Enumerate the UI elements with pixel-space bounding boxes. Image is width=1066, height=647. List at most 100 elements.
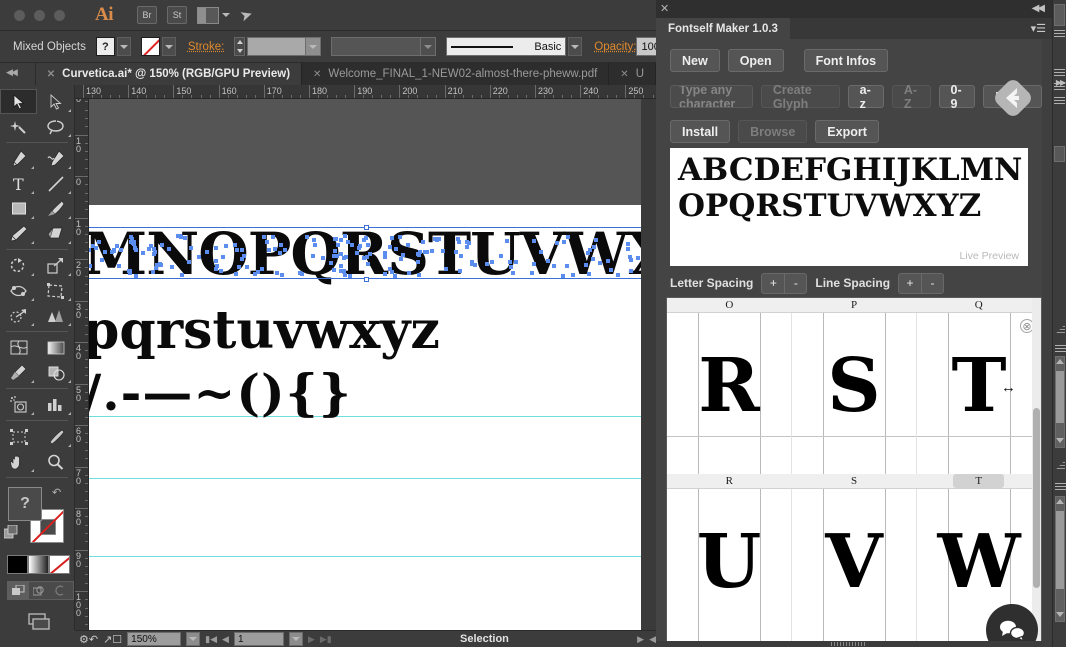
path-anchor-point[interactable] xyxy=(311,254,315,258)
bridge-icon[interactable]: Br xyxy=(137,6,157,24)
glyph-cell[interactable]: V xyxy=(792,489,917,647)
artboard-lowercase-row[interactable]: pqrstuvwxyz xyxy=(89,302,440,360)
window-traffic-lights[interactable] xyxy=(14,10,65,21)
path-anchor-point[interactable] xyxy=(134,274,138,278)
path-anchor-point[interactable] xyxy=(390,236,394,240)
path-anchor-point[interactable] xyxy=(233,243,237,247)
last-artboard-icon[interactable]: ▶▮ xyxy=(320,634,332,645)
stock-icon[interactable]: St xyxy=(167,6,187,24)
path-anchor-point[interactable] xyxy=(539,250,543,254)
path-anchor-point[interactable] xyxy=(334,237,338,241)
collapse-panel-icon[interactable]: ◀◀ xyxy=(1032,3,1043,14)
path-anchor-point[interactable] xyxy=(141,251,145,255)
path-anchor-point[interactable] xyxy=(283,248,287,252)
path-anchor-point[interactable] xyxy=(588,248,592,252)
stroke-weight-field[interactable] xyxy=(247,37,321,56)
zoom-chevron-down-icon[interactable] xyxy=(186,632,200,646)
path-anchor-point[interactable] xyxy=(158,262,162,266)
document-tab-curvetica[interactable]: ✕ Curvetica.ai* @ 150% (RGB/GPU Preview) xyxy=(36,63,302,85)
path-anchor-point[interactable] xyxy=(490,260,494,264)
path-anchor-point[interactable] xyxy=(219,269,223,273)
path-anchor-point[interactable] xyxy=(406,243,410,247)
horizontal-ruler[interactable]: 130 140 150 160 170 180 190 200 210 220 230 240 250 xyxy=(75,85,656,99)
scroll-up-icon[interactable] xyxy=(1056,499,1064,504)
panel-menu-icon[interactable]: ▾☰ xyxy=(1031,22,1046,35)
path-anchor-point[interactable] xyxy=(399,257,403,261)
path-anchor-point[interactable] xyxy=(205,250,209,254)
path-anchor-point[interactable] xyxy=(343,234,347,238)
path-anchor-point[interactable] xyxy=(339,269,343,273)
path-anchor-point[interactable] xyxy=(134,248,138,252)
draw-normal-icon[interactable] xyxy=(8,582,29,599)
path-anchor-point[interactable] xyxy=(398,235,402,239)
path-anchor-point[interactable] xyxy=(457,240,461,244)
open-font-button[interactable]: Open xyxy=(728,49,784,72)
path-anchor-point[interactable] xyxy=(407,271,411,275)
scale-tool[interactable] xyxy=(37,253,74,278)
path-anchor-point[interactable] xyxy=(454,250,458,254)
path-anchor-point[interactable] xyxy=(187,260,191,264)
live-preview-area[interactable]: ABCDEFGHIJKLMN OPQRSTUVWXYZ Live Preview xyxy=(670,148,1028,266)
path-anchor-point[interactable] xyxy=(183,236,187,240)
fontself-panel-tab[interactable]: Fontself Maker 1.0.3 xyxy=(656,18,790,39)
artboard-chevron-down-icon[interactable] xyxy=(289,632,303,646)
stroke-color-control[interactable] xyxy=(141,37,176,56)
character-input[interactable]: Type any character xyxy=(670,85,753,108)
path-anchor-point[interactable] xyxy=(394,247,398,251)
path-anchor-point[interactable] xyxy=(115,244,119,248)
gradient-tool[interactable] xyxy=(37,335,74,360)
brush-definition-control[interactable]: Basic xyxy=(446,37,582,56)
path-anchor-point[interactable] xyxy=(312,238,316,242)
path-anchor-point[interactable] xyxy=(362,238,366,242)
pen-tool[interactable] xyxy=(0,146,37,171)
line-spacing-decrease-button[interactable]: - xyxy=(921,274,943,293)
path-anchor-point[interactable] xyxy=(383,255,387,259)
glyph-column-header[interactable]: P xyxy=(792,298,917,312)
path-anchor-point[interactable] xyxy=(565,264,569,268)
zoom-level-field[interactable]: 150% xyxy=(127,632,181,646)
path-anchor-point[interactable] xyxy=(91,244,95,248)
path-anchor-point[interactable] xyxy=(339,264,343,268)
path-anchor-point[interactable] xyxy=(417,253,421,257)
stroke-none-swatch[interactable] xyxy=(141,37,160,56)
glyph-column-header[interactable]: O xyxy=(667,298,792,312)
path-anchor-point[interactable] xyxy=(467,241,471,245)
path-anchor-point[interactable] xyxy=(499,254,503,258)
glyph-grid-scrollbar[interactable] xyxy=(1032,298,1041,647)
dock-panel-icon[interactable] xyxy=(1054,69,1065,78)
path-anchor-point[interactable] xyxy=(178,234,182,238)
dock-scrollbar-upper[interactable] xyxy=(1055,356,1065,448)
path-anchor-point[interactable] xyxy=(546,259,550,263)
first-artboard-icon[interactable]: ▮◀ xyxy=(205,634,217,645)
path-anchor-point[interactable] xyxy=(298,271,302,275)
type-tool[interactable]: T xyxy=(0,171,37,196)
path-anchor-point[interactable] xyxy=(280,273,284,277)
path-anchor-point[interactable] xyxy=(321,256,325,260)
draw-inside-icon[interactable] xyxy=(50,582,71,599)
path-anchor-point[interactable] xyxy=(626,247,630,251)
selection-tool[interactable] xyxy=(0,89,37,114)
line-spacing-stepper[interactable]: + - xyxy=(898,273,944,294)
fill-swatch[interactable]: ? xyxy=(96,37,115,56)
path-anchor-point[interactable] xyxy=(616,273,620,277)
path-anchor-point[interactable] xyxy=(485,262,489,266)
path-anchor-point[interactable] xyxy=(170,265,174,269)
path-anchor-point[interactable] xyxy=(332,268,336,272)
status-scroll-left-icon[interactable]: ◀ xyxy=(649,634,656,645)
path-anchor-point[interactable] xyxy=(332,254,336,258)
path-anchor-point[interactable] xyxy=(214,246,218,250)
path-anchor-point[interactable] xyxy=(509,265,513,269)
path-anchor-point[interactable] xyxy=(160,243,164,247)
fill-indicator-swatch[interactable]: ? xyxy=(8,487,42,521)
dock-resize-grip[interactable] xyxy=(1056,462,1065,471)
path-anchor-point[interactable] xyxy=(275,271,279,275)
gradient-button[interactable] xyxy=(28,555,49,574)
scroll-down-icon[interactable] xyxy=(1056,612,1064,617)
glyph-cell[interactable]: R xyxy=(667,313,792,474)
path-anchor-point[interactable] xyxy=(355,251,359,255)
install-button[interactable]: Install xyxy=(670,120,730,143)
mesh-tool[interactable] xyxy=(0,335,37,360)
path-anchor-point[interactable] xyxy=(279,243,283,247)
share-icon[interactable]: ↗☐ xyxy=(103,633,122,646)
path-anchor-point[interactable] xyxy=(152,247,156,251)
